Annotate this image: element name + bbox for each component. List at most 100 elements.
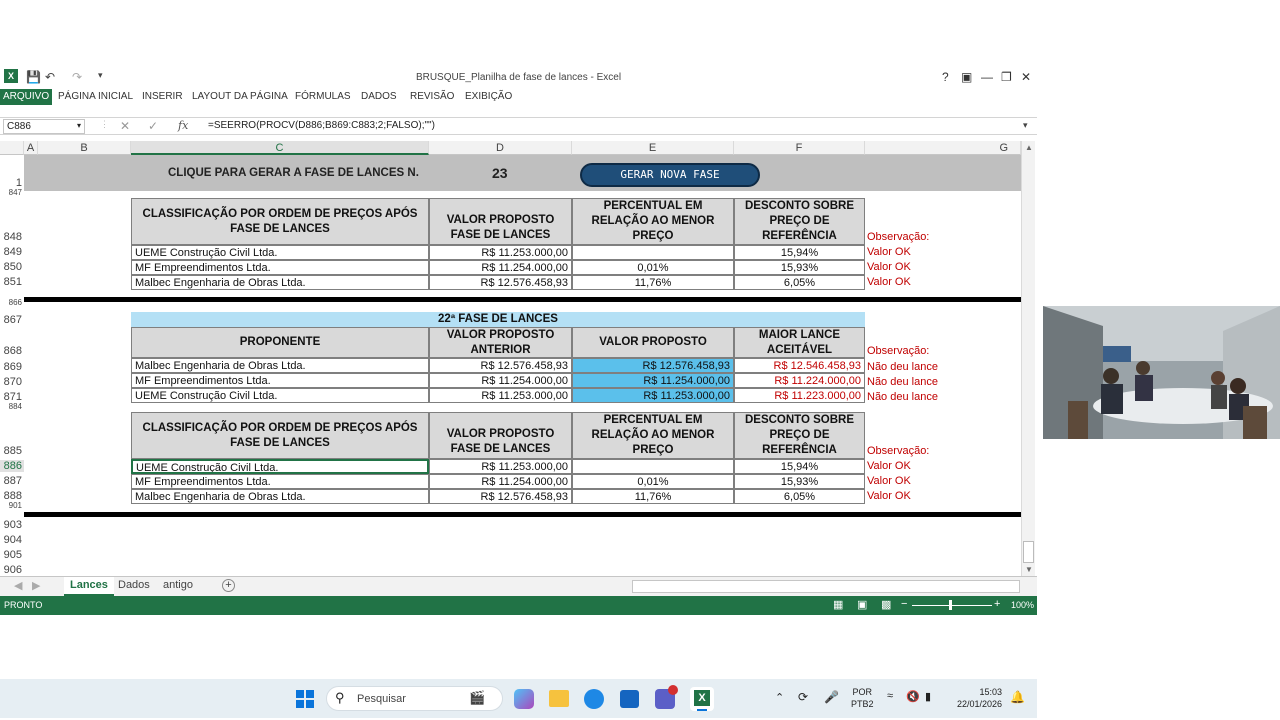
tab-pagina-inicial[interactable]: PÁGINA INICIAL — [58, 91, 133, 102]
row-number[interactable]: 904 — [0, 534, 24, 546]
header-percentual[interactable]: PERCENTUAL EM RELAÇÃO AO MENOR PREÇO — [572, 412, 734, 459]
status-cell[interactable]: Não deu lance — [867, 361, 938, 373]
windows-start-icon[interactable] — [296, 690, 314, 708]
row-number[interactable]: 884 — [0, 402, 24, 411]
close-icon[interactable]: ✕ — [1021, 70, 1031, 84]
header-proponente[interactable]: PROPONENTE — [131, 327, 429, 358]
store-icon[interactable] — [620, 690, 639, 708]
table-cell[interactable]: R$ 11.223.000,00 — [734, 388, 865, 403]
table-cell[interactable]: 0,01% — [572, 260, 734, 275]
zoom-level[interactable]: 100% — [1011, 600, 1034, 610]
row-number[interactable]: 850 — [0, 261, 24, 273]
header-desconto[interactable]: DESCONTO SOBRE PREÇO DE REFERÊNCIA — [734, 412, 865, 459]
table-cell[interactable]: 0,01% — [572, 474, 734, 489]
table-cell[interactable]: R$ 11.253.000,00 — [429, 388, 572, 403]
header-valor-proposto[interactable]: VALOR PROPOSTO FASE DE LANCES — [429, 198, 572, 245]
notification-bell-icon[interactable]: 🔔 — [1010, 690, 1025, 704]
column-header-c[interactable]: C — [131, 141, 429, 155]
row-number[interactable]: 848 — [0, 231, 24, 243]
phase-title[interactable]: 22ª FASE DE LANCES — [131, 312, 865, 327]
table-cell[interactable] — [572, 459, 734, 474]
table-cell[interactable]: R$ 12.576.458,93 — [429, 275, 572, 290]
expand-formula-bar-icon[interactable]: ▾ — [1023, 120, 1028, 131]
table-cell[interactable]: Malbec Engenharia de Obras Ltda. — [131, 275, 429, 290]
table-cell[interactable]: 11,76% — [572, 489, 734, 504]
row-number[interactable]: 905 — [0, 549, 24, 561]
bid-input-cell[interactable]: R$ 11.253.000,00 — [572, 388, 734, 403]
status-cell[interactable]: Valor OK — [867, 460, 911, 472]
excel-taskbar-button[interactable]: X — [690, 687, 714, 711]
tab-arquivo[interactable]: ARQUIVO — [0, 89, 53, 105]
row-number[interactable]: 868 — [0, 345, 24, 357]
tab-revisao[interactable]: REVISÃO — [410, 91, 454, 102]
observation-label[interactable]: Observação: — [867, 445, 929, 457]
normal-view-icon[interactable]: ▦ — [833, 598, 843, 611]
table-cell[interactable]: UEME Construção Civil Ltda. — [131, 245, 429, 260]
table-cell[interactable]: MF Empreendimentos Ltda. — [131, 474, 429, 489]
scroll-up-icon[interactable]: ▲ — [1025, 143, 1033, 152]
video-call-thumbnail[interactable] — [1043, 306, 1280, 439]
sheet-tab-lances[interactable]: Lances — [64, 577, 114, 596]
tab-exibicao[interactable]: EXIBIÇÃO — [465, 91, 512, 102]
table-cell[interactable]: MF Empreendimentos Ltda. — [131, 260, 429, 275]
wifi-icon[interactable]: ≈ — [887, 690, 893, 702]
table-cell[interactable]: MF Empreendimentos Ltda. — [131, 373, 429, 388]
row-number[interactable]: 906 — [0, 564, 24, 576]
maximize-icon[interactable]: ❐ — [1001, 70, 1012, 84]
table-cell[interactable]: R$ 11.254.000,00 — [429, 373, 572, 388]
bid-input-cell[interactable]: R$ 11.254.000,00 — [572, 373, 734, 388]
header-valor-proposto[interactable]: VALOR PROPOSTO — [572, 327, 734, 358]
minimize-icon[interactable]: — — [981, 70, 993, 84]
column-header-f[interactable]: F — [734, 141, 865, 155]
table-cell[interactable]: R$ 11.253.000,00 — [429, 459, 572, 474]
file-explorer-icon[interactable] — [549, 690, 569, 707]
language-indicator[interactable]: POR PTB2 — [851, 686, 874, 710]
select-all-corner[interactable] — [0, 141, 24, 155]
sheet-tab-antigo[interactable]: antigo — [163, 579, 193, 591]
observation-label[interactable]: Observação: — [867, 345, 929, 357]
status-cell[interactable]: Valor OK — [867, 276, 911, 288]
edge-browser-icon[interactable] — [584, 689, 604, 709]
table-cell[interactable]: 15,93% — [734, 474, 865, 489]
row-number-selected[interactable]: 886 — [0, 460, 24, 472]
vertical-scrollbar[interactable]: ▲ ▼ — [1021, 141, 1035, 576]
row-number[interactable]: 849 — [0, 246, 24, 258]
widget-app-icon[interactable] — [514, 689, 534, 709]
table-cell[interactable]: R$ 12.546.458,93 — [734, 358, 865, 373]
battery-icon[interactable]: ▮ — [925, 690, 931, 703]
row-number[interactable]: 903 — [0, 519, 24, 531]
volume-muted-icon[interactable]: 🔇 — [906, 690, 920, 703]
column-header-b[interactable]: B — [38, 141, 131, 155]
table-cell[interactable]: R$ 11.253.000,00 — [429, 245, 572, 260]
bid-input-cell[interactable]: R$ 12.576.458,93 — [572, 358, 734, 373]
enter-icon[interactable]: ✓ — [148, 119, 158, 133]
status-cell[interactable]: Não deu lance — [867, 391, 938, 403]
table-cell[interactable]: R$ 11.224.000,00 — [734, 373, 865, 388]
column-header-d[interactable]: D — [429, 141, 572, 155]
header-percentual[interactable]: PERCENTUAL EM RELAÇÃO AO MENOR PREÇO — [572, 198, 734, 245]
row-number[interactable]: 851 — [0, 276, 24, 288]
table-cell[interactable]: 6,05% — [734, 275, 865, 290]
status-cell[interactable]: Valor OK — [867, 261, 911, 273]
table-cell[interactable]: R$ 12.576.458,93 — [429, 489, 572, 504]
zoom-out-icon[interactable]: − — [901, 598, 907, 610]
zoom-slider-thumb[interactable] — [949, 600, 952, 610]
table-cell[interactable]: R$ 12.576.458,93 — [429, 358, 572, 373]
tab-inserir[interactable]: INSERIR — [142, 91, 183, 102]
table-cell[interactable]: R$ 11.254.000,00 — [429, 474, 572, 489]
chevron-up-icon[interactable]: ⌃ — [775, 691, 784, 704]
row-number[interactable]: 847 — [0, 188, 24, 197]
header-classificacao[interactable]: CLASSIFICAÇÃO POR ORDEM DE PREÇOS APÓS F… — [131, 412, 429, 459]
next-sheet-icon[interactable]: ▶ — [32, 579, 40, 592]
ribbon-display-icon[interactable]: ▣ — [961, 70, 972, 84]
status-cell[interactable]: Valor OK — [867, 490, 911, 502]
table-cell[interactable]: Malbec Engenharia de Obras Ltda. — [131, 489, 429, 504]
sheet-tab-dados[interactable]: Dados — [118, 579, 150, 591]
tab-formulas[interactable]: FÓRMULAS — [295, 91, 351, 102]
scroll-down-icon[interactable]: ▼ — [1025, 565, 1033, 574]
row-number[interactable]: 901 — [0, 501, 24, 510]
name-box[interactable]: C886 ▾ — [3, 119, 85, 134]
help-button[interactable]: ? — [942, 70, 949, 84]
header-valor-anterior[interactable]: VALOR PROPOSTO ANTERIOR — [429, 327, 572, 358]
page-layout-view-icon[interactable]: ▣ — [857, 598, 867, 611]
